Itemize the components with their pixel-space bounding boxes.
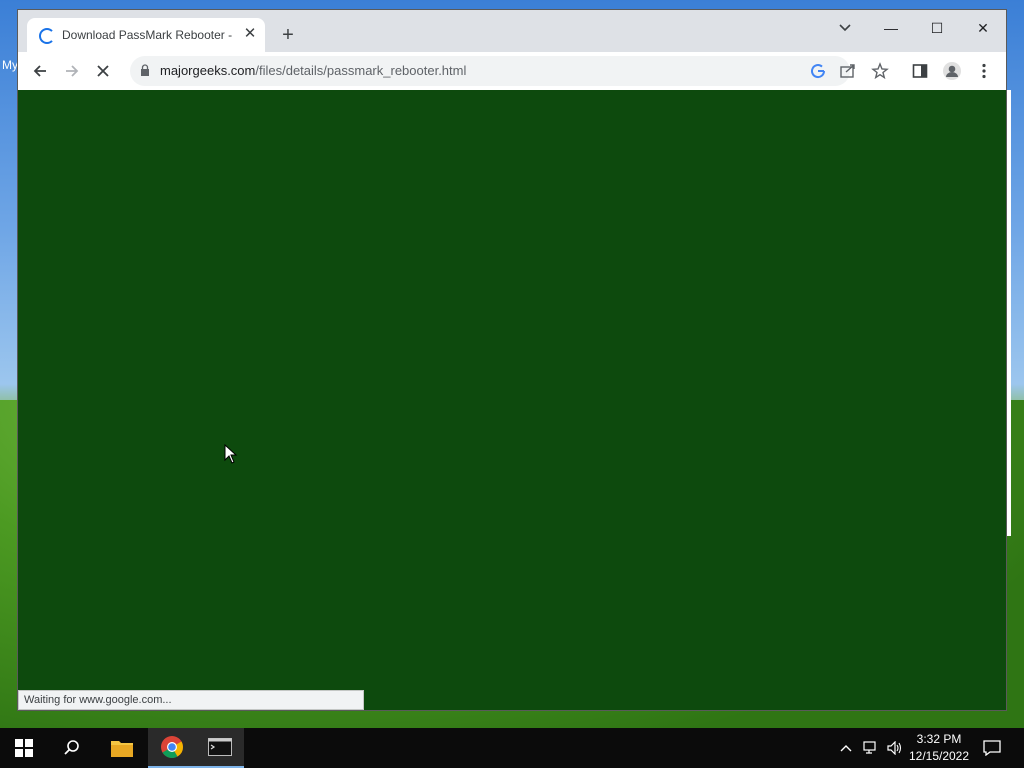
stop-x-icon xyxy=(97,65,109,77)
network-icon xyxy=(863,741,876,754)
search-button[interactable] xyxy=(48,728,96,768)
action-center-button[interactable] xyxy=(980,728,1004,768)
chevron-up-icon xyxy=(840,745,852,752)
notification-icon xyxy=(983,740,1001,756)
google-icon xyxy=(811,64,826,79)
url-path: /files/details/passmark_rebooter.html xyxy=(255,63,467,78)
avatar-icon xyxy=(943,62,961,80)
speaker-icon xyxy=(887,741,902,755)
desktop-icon-label[interactable]: My xyxy=(2,58,18,72)
mouse-cursor-icon xyxy=(224,444,238,464)
address-bar[interactable]: majorgeeks.com/files/details/passmark_re… xyxy=(130,56,850,86)
background-window-edge xyxy=(1006,90,1011,536)
status-bubble: Waiting for www.google.com... xyxy=(18,690,364,710)
browser-window: Download PassMark Rebooter - ✕ + — ☐ ✕ m… xyxy=(18,10,1006,710)
side-panel-icon xyxy=(912,64,928,78)
side-panel-button[interactable] xyxy=(908,59,932,83)
lock-icon[interactable] xyxy=(140,64,150,76)
menu-button[interactable] xyxy=(972,59,996,83)
chrome-taskbar-button[interactable] xyxy=(148,728,196,768)
forward-button[interactable] xyxy=(60,59,84,83)
loading-spinner-icon xyxy=(39,28,55,44)
toolbar: majorgeeks.com/files/details/passmark_re… xyxy=(18,52,1006,91)
arrow-right-icon xyxy=(66,65,79,77)
search-icon xyxy=(64,740,79,755)
kebab-menu-icon xyxy=(982,63,986,79)
folder-icon xyxy=(111,741,133,757)
star-icon xyxy=(871,62,889,80)
tab-close-button[interactable]: ✕ xyxy=(241,25,259,43)
arrow-left-icon xyxy=(33,65,46,77)
volume-button[interactable] xyxy=(884,728,906,768)
chevron-down-icon xyxy=(839,24,851,32)
tab-search-button[interactable] xyxy=(835,18,855,38)
url-text[interactable]: majorgeeks.com/files/details/passmark_re… xyxy=(160,63,466,78)
share-button[interactable] xyxy=(836,59,860,83)
back-button[interactable] xyxy=(28,59,52,83)
tab-title: Download PassMark Rebooter - xyxy=(62,28,232,42)
share-icon xyxy=(840,64,855,78)
new-tab-button[interactable]: + xyxy=(277,24,299,46)
url-host: majorgeeks.com xyxy=(160,63,256,78)
google-lens-button[interactable] xyxy=(806,59,830,83)
minimize-button[interactable]: — xyxy=(871,14,911,42)
clock-time: 3:32 PM xyxy=(916,732,962,746)
close-window-button[interactable]: ✕ xyxy=(963,14,1003,42)
clock-date: 12/15/2022 xyxy=(908,749,970,763)
terminal-taskbar-button[interactable] xyxy=(196,728,244,768)
windows-logo-icon xyxy=(15,739,33,757)
stop-loading-button[interactable] xyxy=(91,59,115,83)
maximize-button[interactable]: ☐ xyxy=(917,14,957,42)
show-hidden-icons-button[interactable] xyxy=(836,728,856,768)
tab-strip: Download PassMark Rebooter - ✕ + — ☐ ✕ xyxy=(18,10,1006,52)
taskbar: 3:32 PM 12/15/2022 xyxy=(0,728,1024,768)
clock[interactable]: 3:32 PM 12/15/2022 xyxy=(906,731,972,765)
tab-active[interactable]: Download PassMark Rebooter - ✕ xyxy=(27,18,265,52)
file-explorer-button[interactable] xyxy=(98,728,146,768)
terminal-icon xyxy=(208,738,232,756)
profile-button[interactable] xyxy=(940,59,964,83)
start-button[interactable] xyxy=(0,728,48,768)
bookmark-button[interactable] xyxy=(868,59,892,83)
network-button[interactable] xyxy=(860,728,882,768)
chrome-icon xyxy=(161,736,183,758)
page-content[interactable] xyxy=(18,90,1006,710)
